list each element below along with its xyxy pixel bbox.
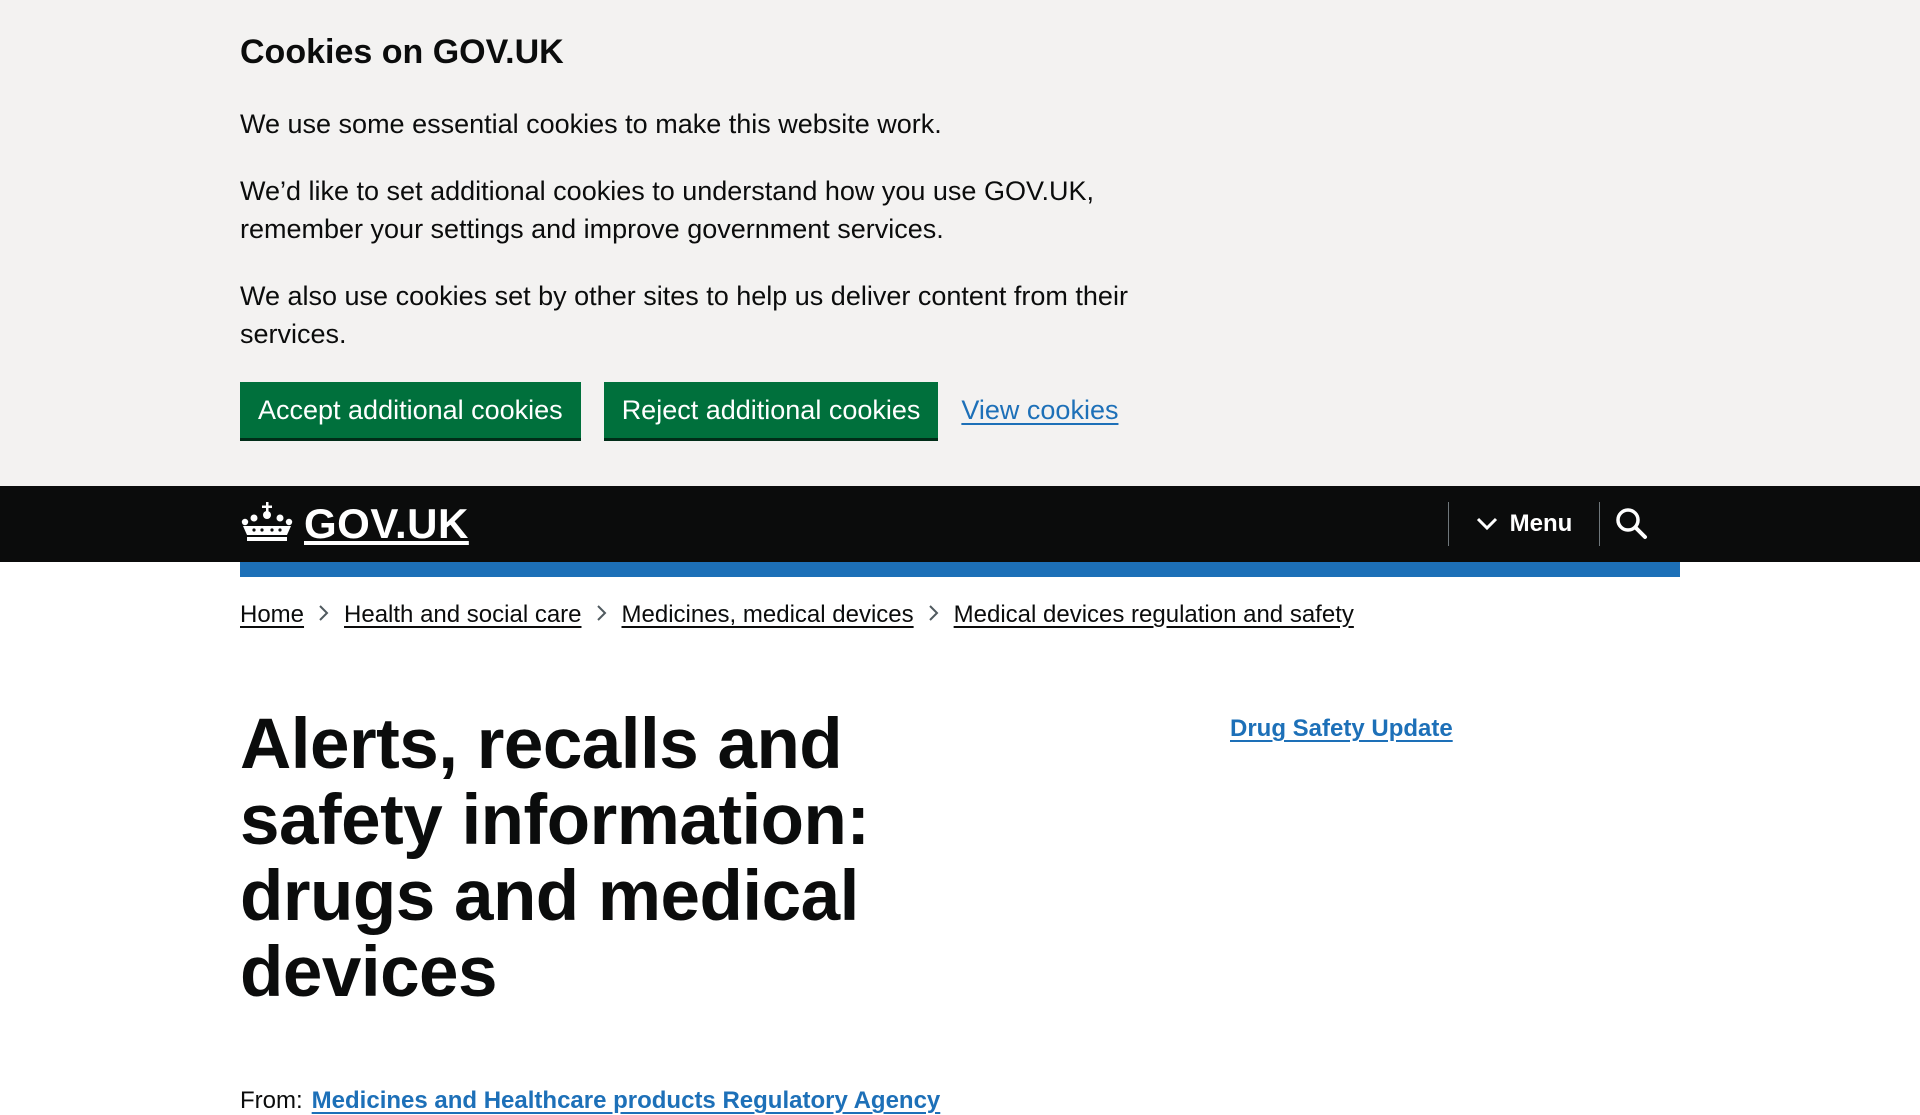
site-header: GOV.UK Menu — [0, 486, 1920, 562]
accept-cookies-button[interactable]: Accept additional cookies — [240, 382, 581, 438]
organisation-metadata: From: Medicines and Healthcare products … — [240, 1087, 1680, 1115]
chevron-right-icon — [928, 601, 940, 629]
cookie-text-essential: We use some essential cookies to make th… — [240, 109, 942, 139]
breadcrumb: Home Health and social care Medicines, m… — [240, 601, 1680, 629]
menu-button[interactable]: Menu — [1448, 502, 1600, 546]
cookie-banner-title: Cookies on GOV.UK — [240, 33, 564, 71]
search-button[interactable] — [1612, 504, 1652, 544]
cookie-text-additional: We’d like to set additional cookies to u… — [240, 176, 1094, 244]
from-label: From: — [240, 1087, 303, 1114]
reject-cookies-button[interactable]: Reject additional cookies — [603, 382, 939, 438]
organisation-link[interactable]: Medicines and Healthcare products Regula… — [312, 1087, 941, 1115]
chevron-right-icon — [318, 601, 330, 629]
breadcrumb-medicines[interactable]: Medicines, medical devices — [622, 601, 914, 629]
breadcrumb-health-social-care[interactable]: Health and social care — [344, 601, 581, 629]
breadcrumb-home[interactable]: Home — [240, 601, 304, 629]
page-title: Alerts, recalls and safety information: … — [240, 705, 870, 1012]
header-accent-bar — [240, 562, 1680, 577]
view-cookies-link[interactable]: View cookies — [961, 395, 1118, 426]
menu-label: Menu — [1509, 510, 1573, 537]
chevron-down-icon — [1476, 510, 1498, 538]
breadcrumb-medical-devices-regulation[interactable]: Medical devices regulation and safety — [954, 601, 1354, 629]
govuk-logo-link[interactable]: GOV.UK — [240, 500, 469, 548]
drug-safety-update-link[interactable]: Drug Safety Update — [1230, 715, 1453, 743]
chevron-right-icon — [596, 601, 608, 629]
cookie-banner: Cookies on GOV.UK We use some essential … — [0, 0, 1920, 486]
main-content: Alerts, recalls and safety information: … — [240, 707, 1680, 1115]
logo-text: GOV.UK — [304, 500, 469, 547]
cookie-text-third-party: We also use cookies set by other sites t… — [240, 281, 1128, 349]
cookie-actions: Accept additional cookies Reject additio… — [240, 382, 1680, 438]
search-icon — [1612, 508, 1652, 548]
crown-icon — [240, 501, 294, 547]
